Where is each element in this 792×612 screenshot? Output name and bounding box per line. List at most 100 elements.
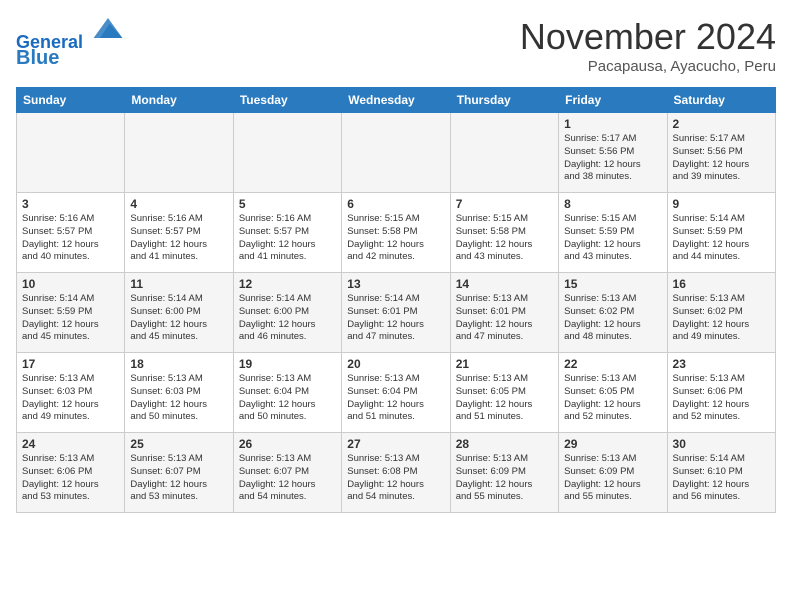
calendar-cell: 13 Sunrise: 5:14 AMSunset: 6:01 PMDayligh…: [342, 273, 450, 353]
calendar-cell: 9 Sunrise: 5:14 AMSunset: 5:59 PMDaylight…: [667, 193, 775, 273]
day-number: 6: [347, 197, 444, 211]
calendar-cell: 28 Sunrise: 5:13 AMSunset: 6:09 PMDayligh…: [450, 433, 558, 513]
calendar-cell: 14Sunrise: 5:13 AMSunset: 6:01 PMDayligh…: [450, 273, 558, 353]
day-info: Sunrise: 5:13 AMSunset: 6:09 PMDaylight:…: [564, 453, 661, 504]
day-info: Sunrise: 5:13 AMSunset: 6:09 PMDaylight:…: [456, 453, 553, 504]
day-info: Sunrise: 5:14 AMSunset: 6:01 PMDaylight:…: [347, 293, 444, 344]
title-block: November 2024 Pacapausa, Ayacucho, Peru: [520, 16, 776, 75]
day-info: Sunrise: 5:14 AMSunset: 6:10 PMDaylight:…: [673, 453, 770, 504]
day-info: Sunrise: 5:15 AMSunset: 5:58 PMDaylight:…: [347, 213, 444, 264]
month-title: November 2024: [520, 16, 776, 58]
calendar-cell: 16 Sunrise: 5:13 AMSunset: 6:02 PMDayligh…: [667, 273, 775, 353]
calendar-cell: 25 Sunrise: 5:13 AMSunset: 6:07 PMDayligh…: [125, 433, 233, 513]
calendar-cell: 12 Sunrise: 5:14 AMSunset: 6:00 PMDayligh…: [233, 273, 341, 353]
day-number: 4: [130, 197, 227, 211]
day-info: Sunrise: 5:13 AMSunset: 6:04 PMDaylight:…: [347, 373, 444, 424]
logo: General Blue: [16, 16, 124, 69]
day-number: 30: [673, 437, 770, 451]
day-info: Sunrise: 5:14 AMSunset: 5:59 PMDaylight:…: [673, 213, 770, 264]
day-number: 29: [564, 437, 661, 451]
day-number: 26: [239, 437, 336, 451]
day-number: 9: [673, 197, 770, 211]
day-number: 3: [22, 197, 119, 211]
day-number: 12: [239, 277, 336, 291]
calendar-cell: [342, 113, 450, 193]
day-info: Sunrise: 5:14 AMSunset: 5:59 PMDaylight:…: [22, 293, 119, 344]
day-info: Sunrise: 5:13 AMSunset: 6:03 PMDaylight:…: [130, 373, 227, 424]
day-number: 16: [673, 277, 770, 291]
day-info: Sunrise: 5:16 AMSunset: 5:57 PMDaylight:…: [130, 213, 227, 264]
day-number: 13: [347, 277, 444, 291]
calendar-week-4: 17 Sunrise: 5:13 AMSunset: 6:03 PMDayligh…: [17, 353, 776, 433]
calendar-cell: [125, 113, 233, 193]
day-info: Sunrise: 5:13 AMSunset: 6:08 PMDaylight:…: [347, 453, 444, 504]
weekday-header-saturday: Saturday: [667, 88, 775, 113]
calendar-cell: 19 Sunrise: 5:13 AMSunset: 6:04 PMDayligh…: [233, 353, 341, 433]
day-info: Sunrise: 5:15 AMSunset: 5:59 PMDaylight:…: [564, 213, 661, 264]
day-info: Sunrise: 5:13 AMSunset: 6:02 PMDaylight:…: [673, 293, 770, 344]
calendar-cell: 24Sunrise: 5:13 AMSunset: 6:06 PMDayligh…: [17, 433, 125, 513]
day-info: Sunrise: 5:13 AMSunset: 6:07 PMDaylight:…: [130, 453, 227, 504]
calendar-cell: 22 Sunrise: 5:13 AMSunset: 6:05 PMDayligh…: [559, 353, 667, 433]
calendar-cell: 1 Sunrise: 5:17 AMSunset: 5:56 PMDaylight…: [559, 113, 667, 193]
day-info: Sunrise: 5:13 AMSunset: 6:04 PMDaylight:…: [239, 373, 336, 424]
calendar-week-2: 3 Sunrise: 5:16 AMSunset: 5:57 PMDaylight…: [17, 193, 776, 273]
day-number: 21: [456, 357, 553, 371]
day-number: 15: [564, 277, 661, 291]
calendar-cell: 11 Sunrise: 5:14 AMSunset: 6:00 PMDayligh…: [125, 273, 233, 353]
weekday-header-wednesday: Wednesday: [342, 88, 450, 113]
calendar-cell: 5 Sunrise: 5:16 AMSunset: 5:57 PMDaylight…: [233, 193, 341, 273]
day-info: Sunrise: 5:13 AMSunset: 6:07 PMDaylight:…: [239, 453, 336, 504]
calendar-cell: 18Sunrise: 5:13 AMSunset: 6:03 PMDayligh…: [125, 353, 233, 433]
calendar-cell: 6 Sunrise: 5:15 AMSunset: 5:58 PMDaylight…: [342, 193, 450, 273]
day-number: 23: [673, 357, 770, 371]
day-info: Sunrise: 5:16 AMSunset: 5:57 PMDaylight:…: [22, 213, 119, 264]
weekday-header-tuesday: Tuesday: [233, 88, 341, 113]
day-number: 8: [564, 197, 661, 211]
day-number: 28: [456, 437, 553, 451]
day-number: 20: [347, 357, 444, 371]
calendar-cell: 4 Sunrise: 5:16 AMSunset: 5:57 PMDaylight…: [125, 193, 233, 273]
calendar-cell: 30 Sunrise: 5:14 AMSunset: 6:10 PMDayligh…: [667, 433, 775, 513]
calendar-cell: 7Sunrise: 5:15 AMSunset: 5:58 PMDaylight…: [450, 193, 558, 273]
day-number: 11: [130, 277, 227, 291]
day-number: 27: [347, 437, 444, 451]
location-subtitle: Pacapausa, Ayacucho, Peru: [520, 58, 776, 75]
day-info: Sunrise: 5:13 AMSunset: 6:05 PMDaylight:…: [564, 373, 661, 424]
weekday-header-monday: Monday: [125, 88, 233, 113]
day-number: 25: [130, 437, 227, 451]
calendar-cell: [450, 113, 558, 193]
calendar-cell: 20 Sunrise: 5:13 AMSunset: 6:04 PMDayligh…: [342, 353, 450, 433]
day-info: Sunrise: 5:14 AMSunset: 6:00 PMDaylight:…: [130, 293, 227, 344]
day-info: Sunrise: 5:17 AMSunset: 5:56 PMDaylight:…: [564, 133, 661, 184]
calendar-cell: [233, 113, 341, 193]
calendar-cell: 2Sunrise: 5:17 AMSunset: 5:56 PMDaylight…: [667, 113, 775, 193]
calendar-cell: 26 Sunrise: 5:13 AMSunset: 6:07 PMDayligh…: [233, 433, 341, 513]
calendar-cell: 15 Sunrise: 5:13 AMSunset: 6:02 PMDayligh…: [559, 273, 667, 353]
weekday-header-sunday: Sunday: [17, 88, 125, 113]
day-info: Sunrise: 5:13 AMSunset: 6:06 PMDaylight:…: [22, 453, 119, 504]
day-info: Sunrise: 5:13 AMSunset: 6:06 PMDaylight:…: [673, 373, 770, 424]
weekday-header-row: SundayMondayTuesdayWednesdayThursdayFrid…: [17, 88, 776, 113]
calendar-cell: 27 Sunrise: 5:13 AMSunset: 6:08 PMDayligh…: [342, 433, 450, 513]
calendar-cell: 29 Sunrise: 5:13 AMSunset: 6:09 PMDayligh…: [559, 433, 667, 513]
day-number: 1: [564, 117, 661, 131]
day-number: 2: [673, 117, 770, 131]
day-info: Sunrise: 5:16 AMSunset: 5:57 PMDaylight:…: [239, 213, 336, 264]
day-number: 10: [22, 277, 119, 291]
day-number: 5: [239, 197, 336, 211]
day-number: 17: [22, 357, 119, 371]
day-info: Sunrise: 5:13 AMSunset: 6:05 PMDaylight:…: [456, 373, 553, 424]
day-number: 22: [564, 357, 661, 371]
day-number: 14: [456, 277, 553, 291]
logo-icon: [92, 14, 124, 46]
calendar-week-3: 10 Sunrise: 5:14 AMSunset: 5:59 PMDayligh…: [17, 273, 776, 353]
calendar-cell: 17Sunrise: 5:13 AMSunset: 6:03 PMDayligh…: [17, 353, 125, 433]
day-info: Sunrise: 5:13 AMSunset: 6:02 PMDaylight:…: [564, 293, 661, 344]
day-info: Sunrise: 5:14 AMSunset: 6:00 PMDaylight:…: [239, 293, 336, 344]
day-number: 7: [456, 197, 553, 211]
calendar-cell: 3 Sunrise: 5:16 AMSunset: 5:57 PMDaylight…: [17, 193, 125, 273]
calendar-cell: 10 Sunrise: 5:14 AMSunset: 5:59 PMDayligh…: [17, 273, 125, 353]
day-number: 19: [239, 357, 336, 371]
calendar-cell: 21 Sunrise: 5:13 AMSunset: 6:05 PMDayligh…: [450, 353, 558, 433]
